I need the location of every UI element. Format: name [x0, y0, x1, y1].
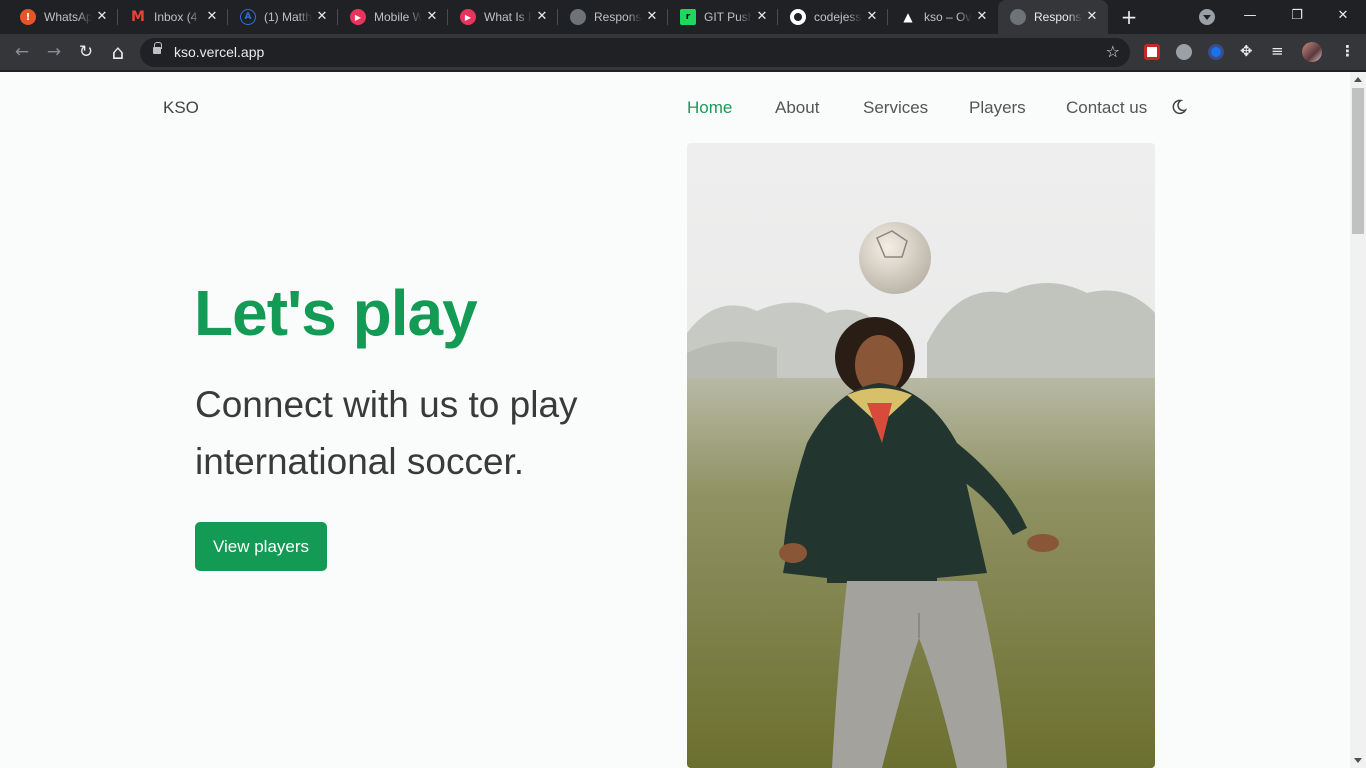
scrollbar-thumb[interactable] — [1352, 88, 1364, 234]
minimize-button[interactable]: — — [1240, 6, 1260, 26]
video-play-icon: ▶ — [350, 9, 366, 25]
tab-close-icon[interactable]: ✕ — [424, 9, 440, 25]
close-window-button[interactable]: ✕ — [1333, 6, 1353, 26]
tab-title: codejess — [814, 10, 862, 24]
restore-button[interactable]: ❐ — [1287, 6, 1307, 26]
globe-icon — [570, 9, 586, 25]
tab-close-icon[interactable]: ✕ — [1084, 9, 1100, 25]
tab-title: kso – Ov — [924, 10, 972, 24]
browser-tab[interactable]: ▶ What Is R ✕ — [448, 0, 558, 34]
globe-icon — [1010, 9, 1026, 25]
tab-title: Mobile W — [374, 10, 422, 24]
extension-icon[interactable] — [1208, 44, 1224, 60]
profile-avatar[interactable] — [1302, 42, 1322, 62]
nav-link-home[interactable]: Home — [687, 98, 732, 118]
tab-title: (1) Matth — [264, 10, 312, 24]
browser-tab[interactable]: ▲ kso – Ov ✕ — [888, 0, 998, 34]
browser-menu-icon[interactable]: ⋮ — [1340, 42, 1355, 60]
page-scrollbar[interactable] — [1350, 72, 1366, 768]
browser-tab[interactable]: A (1) Matth ✕ — [228, 0, 338, 34]
browser-tab[interactable]: M Inbox (4 ✕ — [118, 0, 228, 34]
tab-title: GIT Push — [704, 10, 752, 24]
back-button[interactable]: ← — [11, 41, 33, 63]
tab-title: WhatsApp — [44, 10, 92, 24]
nav-link-about[interactable]: About — [775, 98, 819, 118]
forward-button[interactable]: → — [43, 41, 65, 63]
browser-tab-active[interactable]: Respons ✕ — [998, 0, 1108, 34]
bookmark-star-icon[interactable]: ☆ — [1106, 42, 1120, 61]
vercel-icon: ▲ — [903, 10, 913, 24]
tab-title: Respons — [1034, 10, 1082, 24]
devto-icon: r — [680, 9, 696, 25]
browser-tab[interactable]: Respons ✕ — [558, 0, 668, 34]
lightning-extension-icon[interactable] — [1176, 44, 1192, 60]
video-play-icon: ▶ — [460, 9, 476, 25]
whatsapp-alert-icon: ! — [20, 9, 36, 25]
browser-tab[interactable]: ▶ Mobile W ✕ — [338, 0, 448, 34]
browser-tab[interactable]: codejess ✕ — [778, 0, 888, 34]
browser-toolbar: ← → ↻ ⌂ kso.vercel.app ☆ ✥ ≡ ⋮ — [0, 34, 1366, 71]
tab-close-icon[interactable]: ✕ — [644, 9, 660, 25]
tab-close-icon[interactable]: ✕ — [94, 9, 110, 25]
new-tab-button[interactable]: + — [1118, 6, 1140, 28]
reload-button[interactable]: ↻ — [75, 41, 97, 63]
moon-icon[interactable] — [1170, 98, 1188, 116]
nav-link-players[interactable]: Players — [969, 98, 1026, 118]
tab-search-icon[interactable] — [1199, 9, 1215, 25]
view-players-button[interactable]: View players — [195, 522, 327, 571]
tab-title: What Is R — [484, 10, 532, 24]
lock-icon — [153, 42, 162, 54]
hero-subtitle: Connect with us to play international so… — [195, 384, 578, 482]
tab-close-icon[interactable]: ✕ — [754, 9, 770, 25]
tab-close-icon[interactable]: ✕ — [974, 9, 990, 25]
site-logo[interactable]: KSO — [163, 98, 199, 118]
media-controls-icon[interactable]: ≡ — [1271, 42, 1284, 60]
scroll-up-icon[interactable] — [1354, 77, 1362, 82]
github-icon — [790, 9, 806, 25]
home-button[interactable]: ⌂ — [107, 41, 129, 63]
tab-close-icon[interactable]: ✕ — [314, 9, 330, 25]
nav-link-contact[interactable]: Contact us — [1066, 98, 1147, 118]
puzzle-extensions-icon[interactable]: ✥ — [1240, 42, 1253, 60]
gmail-icon: M — [131, 9, 145, 25]
nav-link-services[interactable]: Services — [863, 98, 928, 118]
tab-close-icon[interactable]: ✕ — [534, 9, 550, 25]
hero-soccer-photo — [687, 143, 1155, 768]
tab-close-icon[interactable]: ✕ — [204, 9, 220, 25]
tab-title: Respons — [594, 10, 642, 24]
tab-close-icon[interactable]: ✕ — [864, 9, 880, 25]
extension-icon[interactable] — [1144, 44, 1160, 60]
page-viewport: KSO Home About Services Players Contact … — [0, 72, 1350, 768]
tab-title: Inbox (4 — [154, 10, 198, 24]
address-bar[interactable]: kso.vercel.app ☆ — [140, 38, 1130, 67]
tab-strip: ! WhatsApp ✕ M Inbox (4 ✕ A (1) Matth ✕ … — [0, 0, 1366, 34]
hero-title: Let's play — [194, 277, 478, 349]
browser-tab[interactable]: r GIT Push ✕ — [668, 0, 778, 34]
url-text[interactable]: kso.vercel.app — [174, 44, 264, 60]
scroll-down-icon[interactable] — [1354, 758, 1362, 763]
browser-tab[interactable]: ! WhatsApp ✕ — [8, 0, 118, 34]
angular-icon: A — [240, 9, 256, 25]
